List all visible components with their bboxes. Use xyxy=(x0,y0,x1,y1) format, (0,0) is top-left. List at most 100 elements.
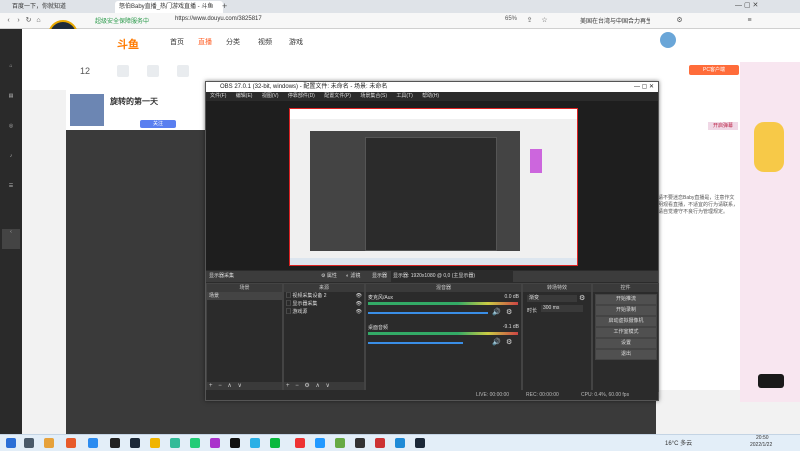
source-item[interactable]: ▢ 显示器采集 👁 xyxy=(284,300,364,308)
remove-icon[interactable]: − xyxy=(218,383,222,389)
display-capture-preview[interactable] xyxy=(289,108,578,266)
menu-icon[interactable]: ≡ xyxy=(745,16,754,25)
tab-douyu[interactable]: 怒伯Baby直播_热门游戏直播 - 斗鱼 xyxy=(115,1,223,13)
volume-slider[interactable] xyxy=(368,312,488,314)
gear-icon[interactable]: ⚙ xyxy=(579,294,585,302)
volume-slider[interactable] xyxy=(368,342,463,344)
nav-collapse-icon[interactable]: ‹ xyxy=(2,229,20,249)
clock-time[interactable]: 20:50 xyxy=(756,435,769,441)
pc-client-button[interactable]: PC客户端 xyxy=(689,65,739,75)
speaker-icon[interactable]: 🔊 xyxy=(492,308,501,316)
settings-button[interactable]: 设置 xyxy=(595,338,657,349)
transition-select[interactable]: 渐变 xyxy=(527,295,577,302)
category-icon[interactable] xyxy=(117,65,129,77)
speaker-icon[interactable]: 🔊 xyxy=(492,338,501,346)
home-icon[interactable]: ⌂ xyxy=(34,16,43,25)
window-controls[interactable]: — ▢ ✕ xyxy=(735,1,758,9)
add-icon[interactable]: + xyxy=(286,383,290,389)
zoom-level[interactable]: 65% xyxy=(505,16,517,22)
menu-tools[interactable]: 工具(T) xyxy=(396,93,412,99)
gear-icon[interactable]: ⚙ xyxy=(506,338,512,346)
source-item[interactable]: ▢ 游戏源 👁 xyxy=(284,308,364,316)
steam-icon[interactable] xyxy=(130,438,140,448)
steam-icon[interactable] xyxy=(415,438,425,448)
refresh-icon[interactable]: ↻ xyxy=(24,16,33,25)
weather[interactable]: 16°C 多云 xyxy=(665,438,692,447)
remove-icon[interactable]: − xyxy=(295,383,299,389)
app-icon[interactable] xyxy=(395,438,405,448)
app-icon[interactable] xyxy=(190,438,200,448)
gear-icon[interactable]: ⚙ xyxy=(304,383,309,389)
menu-file[interactable]: 文件(F) xyxy=(210,93,226,99)
share-icon[interactable]: ⇪ xyxy=(525,16,534,25)
tab-baidu[interactable]: 百度一下，你就知道 xyxy=(8,1,116,13)
url-field[interactable]: https://www.douyu.com/3825817 xyxy=(175,16,262,22)
nav-video[interactable]: 视频 xyxy=(258,37,272,47)
start-icon[interactable] xyxy=(6,438,16,448)
scene-item[interactable]: 场景 xyxy=(207,292,282,300)
app-icon[interactable] xyxy=(150,438,160,448)
duration-input[interactable]: 300 ms xyxy=(541,305,583,312)
obs-icon[interactable] xyxy=(110,438,120,448)
nav-live[interactable]: 直播 xyxy=(198,37,212,47)
obs-window-controls[interactable]: — ▢ ✕ xyxy=(634,82,654,92)
danmu-toggle[interactable]: 开启弹幕 xyxy=(708,122,738,130)
nav-icon-1[interactable]: ⌂ xyxy=(2,63,20,83)
douyu-logo[interactable]: 斗鱼 xyxy=(117,36,139,52)
extension-icon[interactable]: ⚙ xyxy=(675,16,684,25)
visibility-icon[interactable]: 👁 xyxy=(356,300,362,308)
down-icon[interactable]: ∨ xyxy=(326,383,330,389)
menu-view[interactable]: 视图(V) xyxy=(262,93,279,99)
nav-home[interactable]: 首页 xyxy=(170,37,184,47)
obs-preview[interactable] xyxy=(206,101,658,270)
app-icon[interactable] xyxy=(250,438,260,448)
wechat-icon[interactable] xyxy=(270,438,280,448)
filters-button[interactable]: ◐ 滤镜 xyxy=(346,271,360,282)
source-item[interactable]: ▢ 视频采集设备 2 👁 xyxy=(284,292,364,300)
avatar[interactable] xyxy=(660,32,676,48)
nav-icon-2[interactable]: ▤ xyxy=(2,93,20,113)
start-recording-button[interactable]: 开始录制 xyxy=(595,305,657,316)
properties-button[interactable]: ⚙ 属性 xyxy=(321,271,337,282)
nav-icon-3[interactable]: ◎ xyxy=(2,123,20,143)
visibility-icon[interactable]: 👁 xyxy=(356,308,362,316)
menu-help[interactable]: 帮助(H) xyxy=(422,93,439,99)
category-icon[interactable] xyxy=(177,65,189,77)
new-tab-button[interactable]: + xyxy=(222,1,227,11)
app-icon[interactable] xyxy=(210,438,220,448)
start-streaming-button[interactable]: 开始推流 xyxy=(595,294,657,305)
star-icon[interactable]: ☆ xyxy=(540,16,549,25)
gear-icon[interactable]: ⚙ xyxy=(506,308,512,316)
search-icon[interactable] xyxy=(24,438,34,448)
nav-game[interactable]: 游戏 xyxy=(289,37,303,47)
menu-scene-collection[interactable]: 场景集合(S) xyxy=(360,93,387,99)
forward-icon[interactable]: › xyxy=(14,16,23,25)
category-icon[interactable] xyxy=(147,65,159,77)
nav-icon-5[interactable]: ☰ xyxy=(2,183,20,203)
add-icon[interactable]: + xyxy=(209,383,213,389)
down-icon[interactable]: ∨ xyxy=(237,383,241,389)
menu-docks[interactable]: 停靠部件(D) xyxy=(288,93,315,99)
app-icon[interactable] xyxy=(315,438,325,448)
follow-button[interactable]: 关注 xyxy=(140,120,176,128)
app-icon[interactable] xyxy=(295,438,305,448)
promo-banner[interactable] xyxy=(740,62,800,402)
app-icon[interactable] xyxy=(170,438,180,448)
menu-profile[interactable]: 配置文件(P) xyxy=(324,93,351,99)
nav-category[interactable]: 分类 xyxy=(226,37,240,47)
browser-icon[interactable] xyxy=(88,438,98,448)
exit-button[interactable]: 退出 xyxy=(595,349,657,360)
virtual-camera-button[interactable]: 启动虚拟摄像机 xyxy=(595,316,657,327)
nav-icon-4[interactable]: ♪ xyxy=(2,153,20,173)
up-icon[interactable]: ∧ xyxy=(227,383,231,389)
visibility-icon[interactable]: 👁 xyxy=(356,292,362,300)
search-hint[interactable]: 美国在台湾与中国合力再生人 xyxy=(580,16,650,25)
back-icon[interactable]: ‹ xyxy=(4,16,13,25)
studio-mode-button[interactable]: 工作室模式 xyxy=(595,327,657,338)
file-explorer-icon[interactable] xyxy=(44,438,54,448)
app-icon[interactable] xyxy=(230,438,240,448)
up-icon[interactable]: ∧ xyxy=(315,383,319,389)
clock-date[interactable]: 2022/1/22 xyxy=(750,442,772,448)
app-icon[interactable] xyxy=(66,438,76,448)
menu-edit[interactable]: 编辑(E) xyxy=(236,93,253,99)
